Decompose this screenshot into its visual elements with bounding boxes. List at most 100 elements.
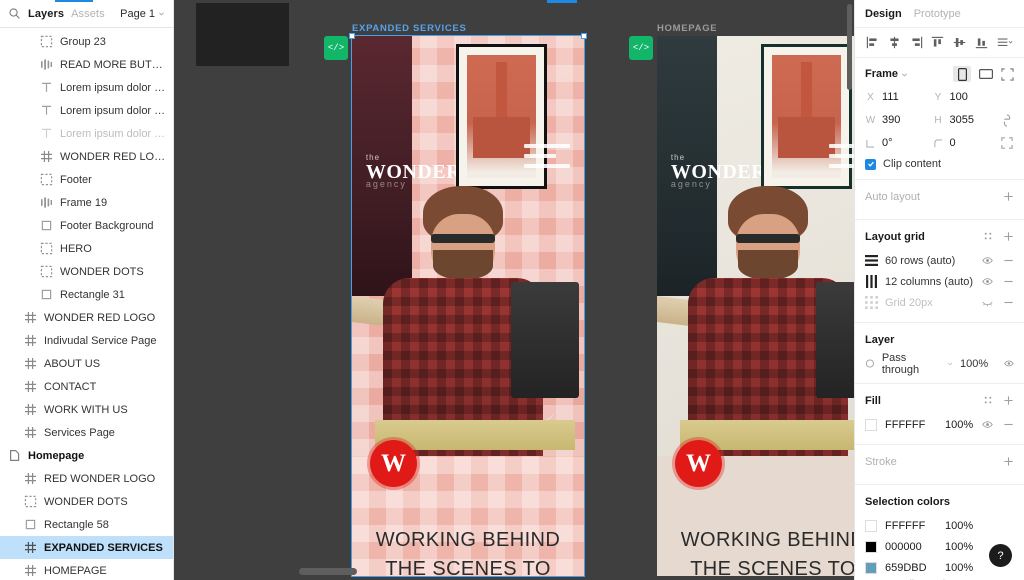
minus-icon[interactable]: [1003, 255, 1014, 266]
layer-item-label: HOMEPAGE: [44, 564, 107, 577]
layer-item-lorem-ipsum-dolor-sit-am[interactable]: Lorem ipsum dolor sit am…: [0, 99, 173, 122]
grid-row-grid[interactable]: Grid 20px: [865, 292, 1014, 313]
layer-item-rectangle-58[interactable]: Rectangle 58: [0, 513, 173, 536]
layer-item-wonder-red-logo[interactable]: WONDER RED LOGO: [0, 145, 173, 168]
frame-homepage[interactable]: HOMEPAGE </> the WONDER agency W WORKING…: [629, 23, 854, 576]
independent-corners-button[interactable]: [1000, 137, 1014, 149]
selection-color-swatch[interactable]: [865, 540, 877, 553]
y-field[interactable]: Y 100: [933, 89, 995, 105]
tab-assets[interactable]: Assets: [71, 8, 105, 20]
selection-color-row[interactable]: FFFFFF 100%: [865, 515, 1014, 536]
eye-closed-icon[interactable]: [982, 297, 993, 308]
fill-row[interactable]: FFFFFF 100%: [865, 414, 1014, 435]
plus-icon[interactable]: [1003, 456, 1014, 467]
plus-icon[interactable]: [1003, 231, 1014, 242]
align-left-icon[interactable]: [866, 36, 879, 49]
layer-item-wonder-red-logo[interactable]: WONDER RED LOGO: [0, 306, 173, 329]
selection-color-swatch[interactable]: [865, 519, 877, 532]
person-glasses: [736, 234, 800, 243]
tab-design[interactable]: Design: [865, 8, 902, 20]
help-button[interactable]: ?: [989, 544, 1012, 567]
constrain-proportions-button[interactable]: [1000, 113, 1014, 127]
resize-handle-tl[interactable]: [349, 33, 355, 39]
layer-item-read-more-button[interactable]: READ MORE BUTTON: [0, 53, 173, 76]
rotation-field[interactable]: 0°: [865, 135, 927, 151]
code-badge[interactable]: </>: [324, 36, 348, 60]
fill-opacity-value[interactable]: 100%: [945, 419, 973, 431]
resize-handle-tr[interactable]: [581, 33, 587, 39]
layer-item-lorem-ipsum-dolor-sit-am[interactable]: Lorem ipsum dolor sit am…: [0, 76, 173, 99]
layer-item-wonder-dots[interactable]: WONDER DOTS: [0, 260, 173, 283]
layer-item-about-us[interactable]: ABOUT US: [0, 352, 173, 375]
layer-item-footer[interactable]: Footer: [0, 168, 173, 191]
layer-item-hero[interactable]: HERO: [0, 237, 173, 260]
minus-icon[interactable]: [1003, 297, 1014, 308]
hamburger-menu-icon[interactable]: [523, 144, 571, 174]
plus-icon[interactable]: [1003, 395, 1014, 406]
style-icon[interactable]: [983, 231, 994, 242]
layer-list[interactable]: Group 23 READ MORE BUTTON Lorem ipsum dolo…: [0, 28, 173, 580]
layer-item-red-wonder-logo[interactable]: RED WONDER LOGO: [0, 467, 173, 490]
fill-hex-value[interactable]: FFFFFF: [885, 419, 937, 431]
distribute-icon[interactable]: [997, 36, 1013, 49]
layer-item-rectangle-31[interactable]: Rectangle 31: [0, 283, 173, 306]
blend-mode-value[interactable]: Pass through: [882, 352, 940, 376]
layer-item-homepage[interactable]: HOMEPAGE: [0, 559, 173, 580]
code-badge[interactable]: </>: [629, 36, 653, 60]
layer-item-group-23[interactable]: Group 23: [0, 30, 173, 53]
style-icon[interactable]: [983, 395, 994, 406]
fit-screen-icon[interactable]: [1001, 67, 1014, 81]
fill-color-swatch[interactable]: [865, 418, 877, 431]
component-icon: [24, 403, 37, 416]
frame-expanded-services[interactable]: EXPANDED SERVICES </> the WONDER agency: [324, 23, 587, 577]
page-selector[interactable]: Page 1: [120, 8, 165, 20]
eye-icon[interactable]: [982, 419, 993, 430]
eye-icon[interactable]: [1004, 358, 1014, 369]
layer-item-work-with-us[interactable]: WORK WITH US: [0, 398, 173, 421]
layer-opacity-value[interactable]: 100%: [960, 358, 988, 370]
corner-radius-field[interactable]: 0: [933, 135, 995, 151]
clip-content-row[interactable]: Clip content: [865, 158, 1014, 170]
viewport-portrait-button[interactable]: [953, 66, 971, 82]
layer-item-services-page[interactable]: Services Page: [0, 421, 173, 444]
design-canvas[interactable]: EXPANDED SERVICES </> the WONDER agency: [174, 0, 854, 580]
tab-prototype[interactable]: Prototype: [914, 8, 961, 20]
minus-icon[interactable]: [1003, 419, 1014, 430]
layer-item-contact[interactable]: CONTACT: [0, 375, 173, 398]
layer-item-expanded-services[interactable]: EXPANDED SERVICES: [0, 536, 173, 559]
search-icon[interactable]: [8, 7, 21, 20]
layer-item-indivudal-service-page[interactable]: Indivudal Service Page: [0, 329, 173, 352]
layer-item-lorem-ipsum-dolor-sit-am[interactable]: Lorem ipsum dolor sit am…: [0, 122, 173, 145]
layer-item-frame-19[interactable]: Frame 19: [0, 191, 173, 214]
plus-icon[interactable]: [1003, 191, 1014, 202]
chevron-down-icon[interactable]: [947, 360, 953, 367]
canvas-horizontal-scrollbar[interactable]: [299, 568, 357, 575]
layer-item-wonder-dots[interactable]: WONDER DOTS: [0, 490, 173, 513]
eye-icon[interactable]: [982, 255, 993, 266]
layer-header: Layer: [865, 331, 1014, 348]
width-field[interactable]: W 390: [865, 112, 927, 128]
grid-row-columns[interactable]: 12 columns (auto): [865, 271, 1014, 292]
hamburger-menu-icon[interactable]: [828, 144, 854, 174]
align-right-icon[interactable]: [910, 36, 923, 49]
align-horizontal-center-icon[interactable]: [888, 36, 901, 49]
layer-item-homepage[interactable]: Homepage: [0, 444, 173, 467]
minus-icon[interactable]: [1003, 276, 1014, 287]
tab-layers[interactable]: Layers: [28, 8, 64, 20]
canvas-vertical-scrollbar[interactable]: [847, 4, 852, 90]
align-top-icon[interactable]: [931, 36, 944, 49]
selection-color-swatch[interactable]: [865, 561, 877, 574]
x-field[interactable]: X 111: [865, 89, 927, 105]
blend-mode-icon: [865, 359, 874, 368]
frame-label[interactable]: HOMEPAGE: [657, 23, 717, 34]
frame-type-selector[interactable]: Frame: [865, 68, 908, 80]
align-vertical-center-icon[interactable]: [953, 36, 966, 49]
clip-content-checkbox[interactable]: [865, 158, 876, 170]
grid-row-rows[interactable]: 60 rows (auto): [865, 250, 1014, 271]
layer-item-footer-background[interactable]: Footer Background: [0, 214, 173, 237]
align-bottom-icon[interactable]: [975, 36, 988, 49]
height-field[interactable]: H 3055: [933, 112, 995, 128]
viewport-landscape-button[interactable]: [977, 66, 995, 82]
frame-label[interactable]: EXPANDED SERVICES: [352, 23, 467, 34]
eye-icon[interactable]: [982, 276, 993, 287]
